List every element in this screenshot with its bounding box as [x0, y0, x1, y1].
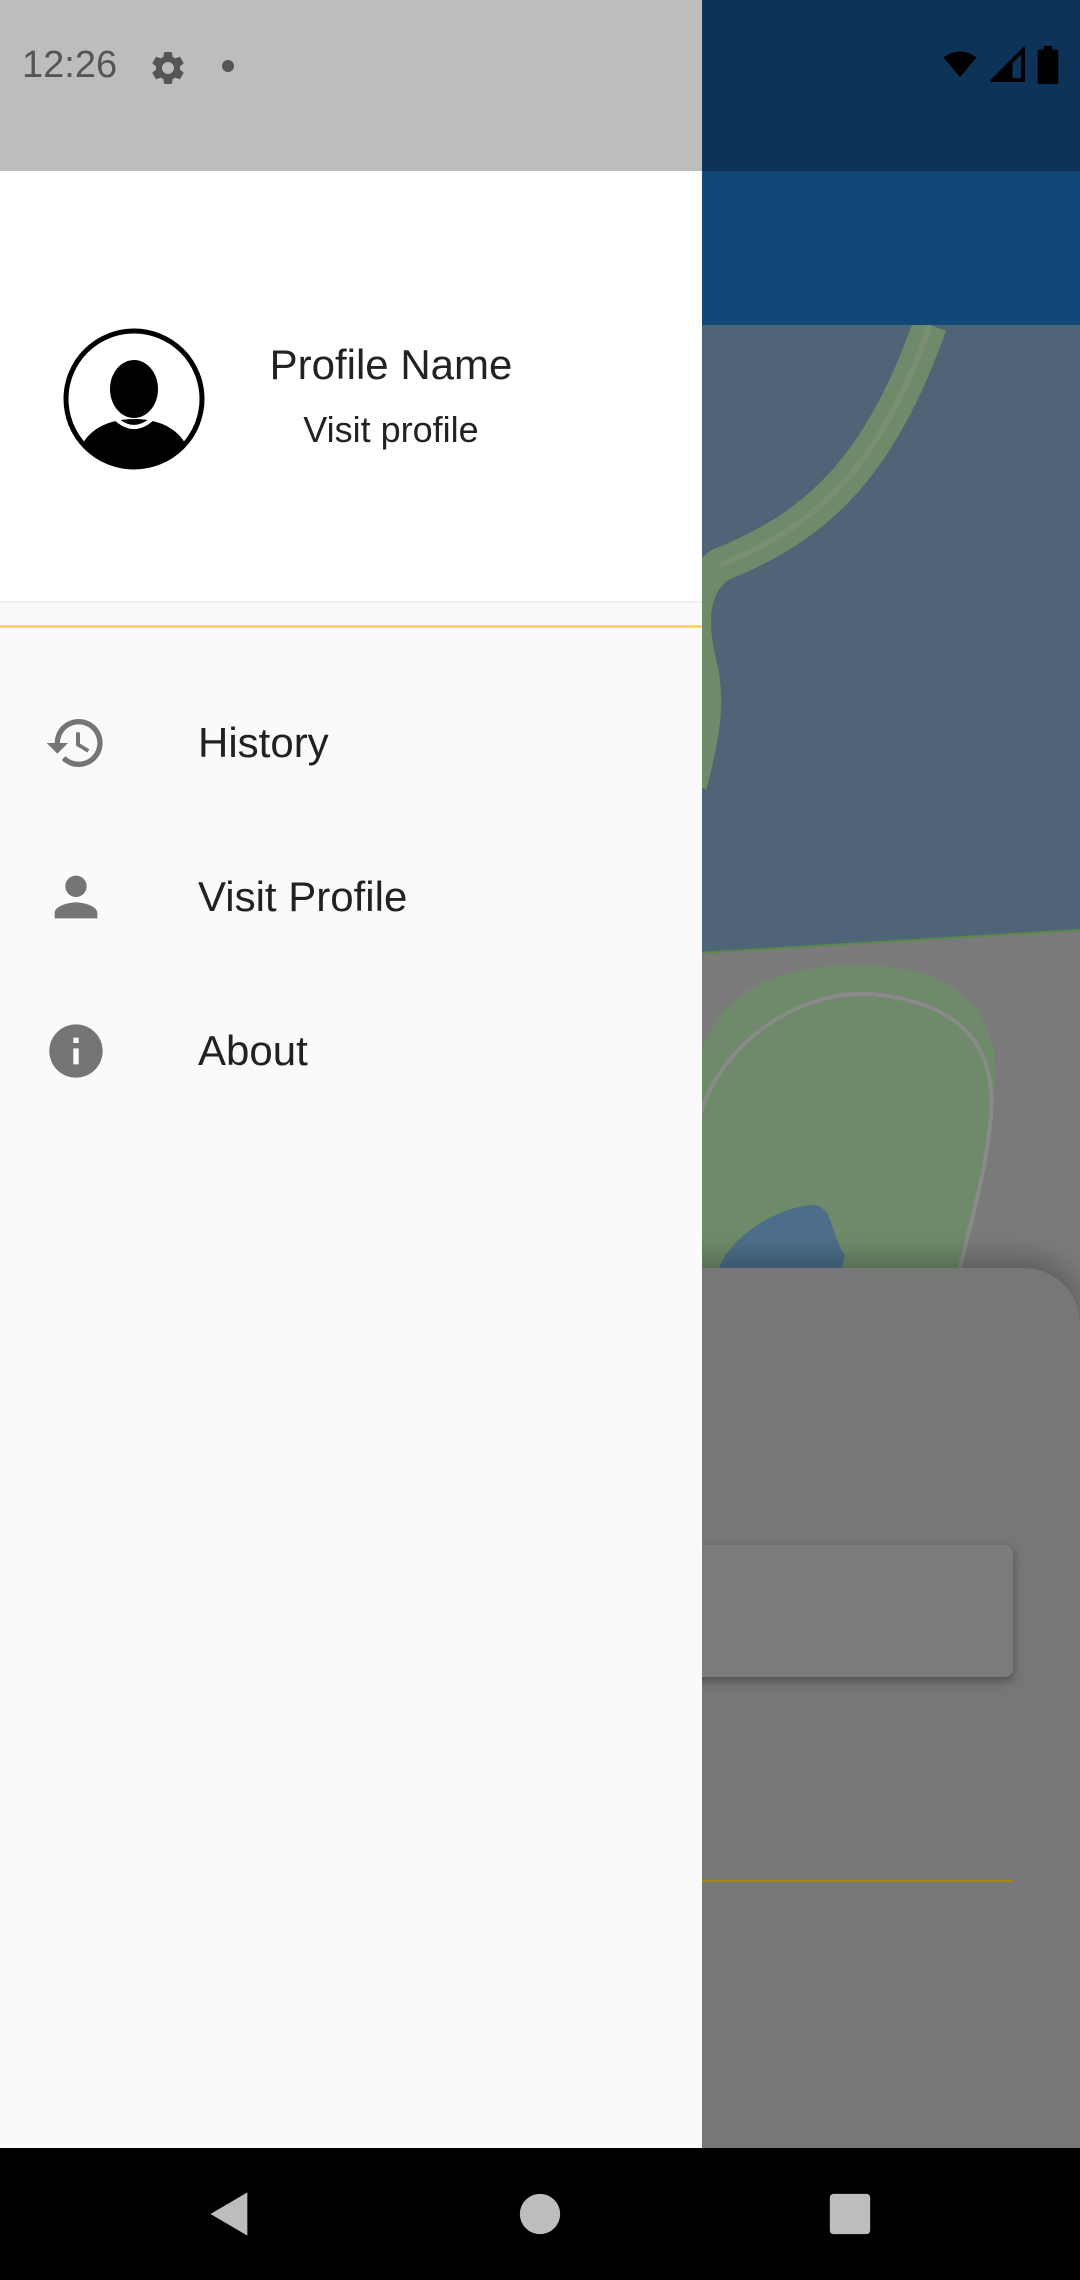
menu-item-history[interactable]: History [0, 667, 702, 807]
wifi-icon [943, 51, 977, 77]
menu-item-label: About [198, 1027, 308, 1074]
navigation-drawer: Profile Name Visit profile History Visit… [0, 171, 702, 2148]
background-bottom-sheet [640, 1268, 1080, 2148]
gear-icon [152, 51, 184, 84]
navigation-bar [0, 2148, 1080, 2280]
battery-icon [1037, 46, 1059, 84]
menu-item-about[interactable]: About [0, 975, 702, 1115]
header-divider [0, 625, 702, 628]
back-button-icon[interactable] [204, 2188, 256, 2240]
drawer-header: Profile Name Visit profile [0, 171, 702, 603]
menu-item-visit-profile[interactable]: Visit Profile [0, 821, 702, 961]
recents-button-icon[interactable] [828, 2192, 872, 2236]
cell-signal-icon [990, 47, 1025, 82]
visit-profile-link[interactable]: Visit profile [256, 409, 526, 451]
profile-name: Profile Name [269, 341, 513, 388]
avatar-icon[interactable] [62, 327, 206, 471]
home-button-icon[interactable] [518, 2192, 562, 2236]
menu-item-label: History [198, 719, 329, 766]
notification-dot-icon [222, 60, 234, 72]
person-icon [54, 875, 98, 919]
menu-item-label: Visit Profile [198, 873, 408, 920]
clock: 12:26 [22, 44, 118, 86]
system-status-icons [940, 46, 1060, 84]
info-icon [49, 1024, 103, 1078]
history-icon [46, 719, 103, 767]
status-bar: 12:26 [0, 0, 702, 171]
